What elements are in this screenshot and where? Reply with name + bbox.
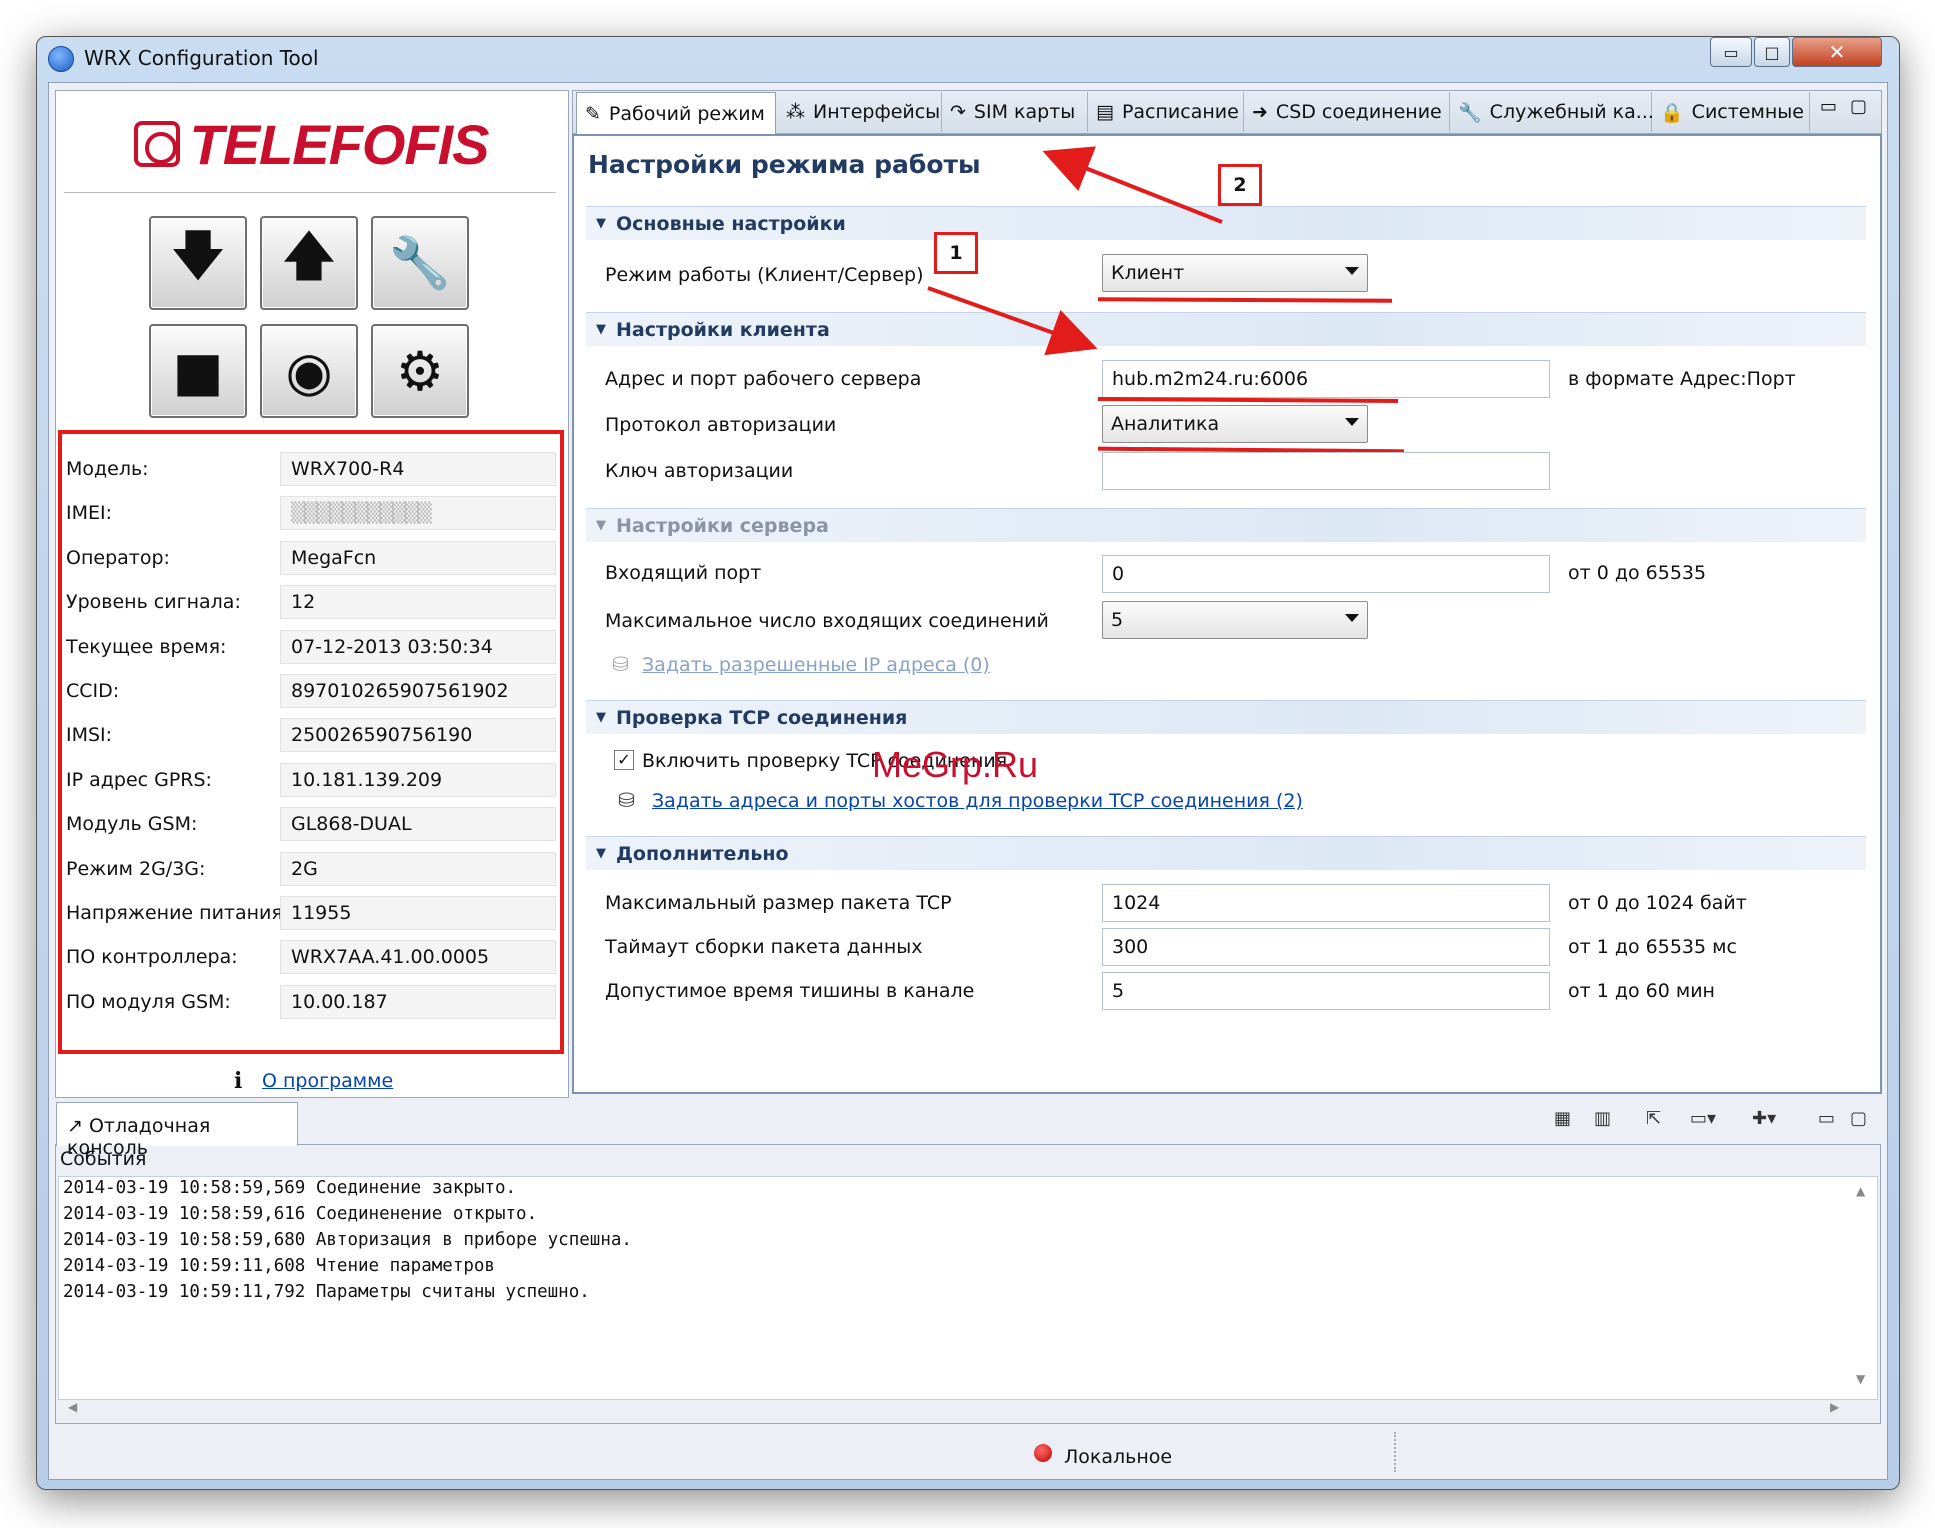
scroll-left-icon[interactable]: ◀ xyxy=(68,1400,77,1414)
scroll-down-icon[interactable]: ▼ xyxy=(1856,1372,1865,1386)
scroll-right-icon[interactable]: ▶ xyxy=(1830,1400,1839,1414)
arrow-2 xyxy=(1042,146,1223,224)
scroll-up-icon[interactable]: ▲ xyxy=(1856,1184,1865,1198)
console-line: 2014-03-19 10:58:59,569 Соединение закры… xyxy=(63,1178,517,1198)
console-line: 2014-03-19 10:58:59,616 Соединенение отк… xyxy=(63,1204,538,1224)
open-console-icon[interactable]: ✚▾ xyxy=(1752,1108,1776,1129)
tab-debug-console[interactable]: ↗ Отладочная консоль xyxy=(56,1102,298,1159)
annotation-label-1: 1 xyxy=(934,232,978,274)
status-divider xyxy=(1394,1432,1396,1472)
status-text: Локальное xyxy=(1064,1446,1173,1468)
display-console-icon[interactable]: ▭▾ xyxy=(1690,1108,1716,1129)
connection-status-icon xyxy=(1034,1444,1052,1462)
console-line: 2014-03-19 10:58:59,680 Авторизация в пр… xyxy=(63,1230,632,1250)
watermark: MeGrp.Ru xyxy=(872,744,1039,785)
console-events-label: События xyxy=(60,1148,147,1170)
annotation-label-2: 2 xyxy=(1218,164,1262,206)
console-maximize-icon[interactable]: ▢ xyxy=(1850,1108,1867,1129)
console-icon: ↗ xyxy=(67,1115,83,1137)
console-line: 2014-03-19 10:59:11,792 Параметры считан… xyxy=(63,1282,590,1302)
clear-console-icon[interactable]: ▦ xyxy=(1554,1108,1571,1129)
console-line: 2014-03-19 10:59:11,608 Чтение параметро… xyxy=(63,1256,495,1276)
arrow-1 xyxy=(927,286,1098,356)
status-bar xyxy=(55,1428,1881,1476)
scroll-lock-icon[interactable]: ▥ xyxy=(1594,1108,1611,1129)
console-minimize-icon[interactable]: ▭ xyxy=(1818,1108,1835,1129)
pin-console-icon[interactable]: ⇱ xyxy=(1646,1108,1661,1129)
